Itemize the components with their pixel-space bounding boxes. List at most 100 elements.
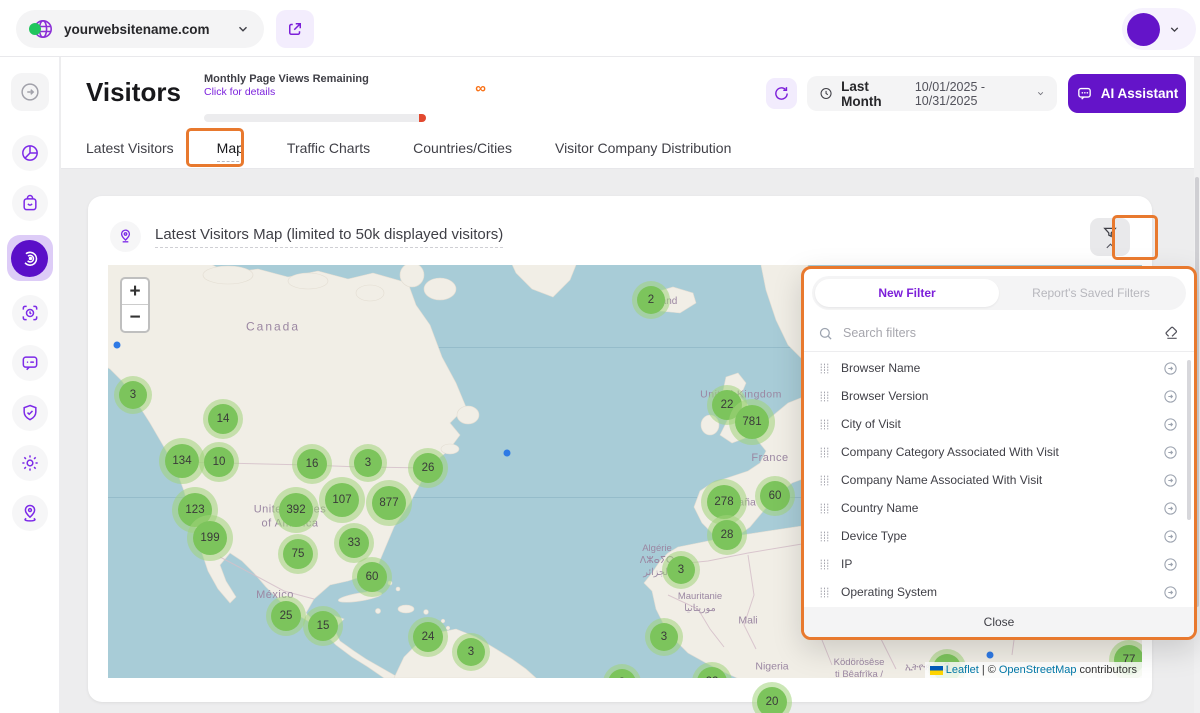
visitor-cluster-marker[interactable]: 3 [662, 551, 700, 589]
sidebar-item-visitors[interactable] [7, 235, 53, 281]
filter-item-open[interactable] [1163, 473, 1178, 488]
filter-item-open[interactable] [1163, 361, 1178, 376]
filter-list-scrollbar[interactable] [1187, 360, 1191, 520]
visitor-cluster-marker[interactable]: 3 [114, 376, 152, 414]
openstreetmap-link[interactable]: OpenStreetMap [999, 664, 1077, 676]
arrow-circle-right-icon [1163, 529, 1178, 544]
sidebar-item-privacy[interactable] [12, 395, 48, 431]
filter-item-label: Country Name [841, 501, 918, 515]
sidebar-item-locations[interactable] [12, 495, 48, 531]
visitor-cluster-marker[interactable]: 24 [408, 617, 448, 657]
tab-countries-cities[interactable]: Countries/Cities [413, 140, 512, 160]
filter-list: Browser Name Browser VersionCity of Visit… [804, 352, 1194, 607]
filter-toggle-button[interactable] [1090, 218, 1130, 256]
visitor-cluster-marker[interactable]: 60 [352, 557, 392, 597]
visitor-cluster-marker[interactable]: 877 [366, 480, 412, 526]
quota-details-link[interactable]: Click for details [204, 86, 486, 98]
quota-widget: Monthly Page Views Remaining Click for d… [204, 73, 486, 98]
refresh-button[interactable] [766, 78, 797, 109]
filter-item-browser-name[interactable]: Browser Name [804, 354, 1194, 382]
filter-item-label: Company Name Associated With Visit [841, 473, 1042, 487]
date-range-label: Last Month [841, 79, 901, 109]
sliders-icon [818, 530, 831, 543]
sliders-icon [818, 418, 831, 431]
tab-new-filter[interactable]: New Filter [815, 279, 999, 307]
visitor-cluster-marker[interactable]: 392 [273, 487, 319, 533]
tab-map[interactable]: Map [217, 140, 244, 160]
zoom-out-button[interactable]: − [122, 305, 148, 331]
eraser-icon[interactable] [1164, 325, 1180, 341]
filter-item-label: Company Category Associated With Visit [841, 445, 1059, 459]
filter-search-input[interactable] [843, 326, 1154, 340]
visitor-cluster-marker[interactable]: 3 [349, 444, 387, 482]
visitor-cluster-marker[interactable]: 25 [266, 596, 306, 636]
visitor-cluster-marker[interactable]: 107 [319, 477, 365, 523]
cluster-count: 33 [339, 528, 369, 558]
filter-item-company-category-associated-with-visit[interactable]: Company Category Associated With Visit [804, 438, 1194, 466]
attribution-separator: | © [982, 664, 996, 676]
filter-item-device-type[interactable]: Device Type [804, 522, 1194, 550]
filter-item-label: Operating System [841, 585, 937, 599]
filter-item-open[interactable] [1163, 529, 1178, 544]
filter-item-company-name-associated-with-visit[interactable]: Company Name Associated With Visit [804, 466, 1194, 494]
arrow-circle-right-icon [1163, 473, 1178, 488]
visitor-cluster-marker[interactable]: 14 [203, 399, 243, 439]
sidebar-collapse-button[interactable] [11, 73, 49, 111]
filter-close-button[interactable]: Close [804, 607, 1194, 637]
tab-saved-filters[interactable]: Report's Saved Filters [999, 279, 1183, 307]
open-website-button[interactable] [276, 10, 314, 48]
filter-item-operating-system[interactable]: Operating System [804, 578, 1194, 606]
sidebar-item-ecommerce[interactable] [12, 185, 48, 221]
visitor-cluster-marker[interactable]: 16 [292, 444, 332, 484]
zoom-in-button[interactable]: + [122, 279, 148, 305]
cluster-count: 24 [413, 622, 443, 652]
tab-visitor-company-distribution[interactable]: Visitor Company Distribution [555, 140, 731, 160]
sidebar-item-settings[interactable] [12, 445, 48, 481]
visitor-cluster-marker[interactable]: 3 [452, 633, 490, 671]
filter-item-open[interactable] [1163, 585, 1178, 600]
visitor-cluster-marker[interactable]: 28 [707, 515, 747, 555]
tab-traffic-charts[interactable]: Traffic Charts [287, 140, 370, 160]
visitor-dot[interactable] [504, 450, 511, 457]
filter-item-open[interactable] [1163, 389, 1178, 404]
visitor-cluster-marker[interactable]: 3 [645, 618, 683, 656]
visitor-cluster-marker[interactable]: 781 [729, 399, 775, 445]
website-selector[interactable]: yourwebsitename.com [16, 10, 264, 48]
visitor-cluster-marker[interactable]: 75 [278, 534, 318, 574]
sidebar-item-dashboard[interactable] [12, 135, 48, 171]
map-card-title: Latest Visitors Map (limited to 50k disp… [155, 226, 503, 248]
filter-item-label: Browser Name [841, 361, 920, 375]
tab-label: Map [217, 140, 244, 162]
date-range-picker[interactable]: Last Month 10/01/2025 - 10/31/2025 [807, 76, 1057, 111]
filter-item-open[interactable] [1163, 557, 1178, 572]
website-globe-icon [30, 17, 54, 41]
filter-item-city-of-visit[interactable]: City of Visit [804, 410, 1194, 438]
sidebar-item-session-recordings[interactable] [12, 295, 48, 331]
visitor-dot[interactable] [114, 342, 121, 349]
ai-assistant-button[interactable]: AI Assistant [1068, 74, 1186, 113]
visitor-cluster-marker[interactable]: 15 [303, 606, 343, 646]
visitor-dot[interactable] [987, 652, 994, 659]
account-menu[interactable] [1122, 8, 1196, 50]
tab-latest-visitors[interactable]: Latest Visitors [86, 140, 174, 160]
filter-item-country-name[interactable]: Country Name [804, 494, 1194, 522]
filter-item-browser-version[interactable]: Browser Version [804, 382, 1194, 410]
refresh-icon [773, 85, 790, 102]
leaflet-link[interactable]: Leaflet [946, 664, 979, 676]
cluster-count: 392 [279, 493, 313, 527]
filter-item-open[interactable] [1163, 445, 1178, 460]
visitor-cluster-marker[interactable]: 2 [632, 281, 670, 319]
funnel-icon [1102, 225, 1118, 241]
visitor-cluster-marker[interactable]: 10 [199, 442, 239, 482]
sidebar-item-feedback[interactable] [12, 345, 48, 381]
sliders-icon [818, 558, 831, 571]
cluster-count: 15 [308, 611, 338, 641]
visitor-cluster-marker[interactable]: 26 [408, 448, 448, 488]
filter-item-open[interactable] [1163, 501, 1178, 516]
filter-item-open[interactable] [1163, 417, 1178, 432]
visitor-cluster-marker[interactable]: 60 [755, 476, 795, 516]
filter-item-ip[interactable]: IP [804, 550, 1194, 578]
visitor-cluster-marker[interactable]: 199 [187, 515, 233, 561]
ai-assistant-label: AI Assistant [1101, 86, 1179, 101]
cluster-count: 199 [193, 521, 227, 555]
